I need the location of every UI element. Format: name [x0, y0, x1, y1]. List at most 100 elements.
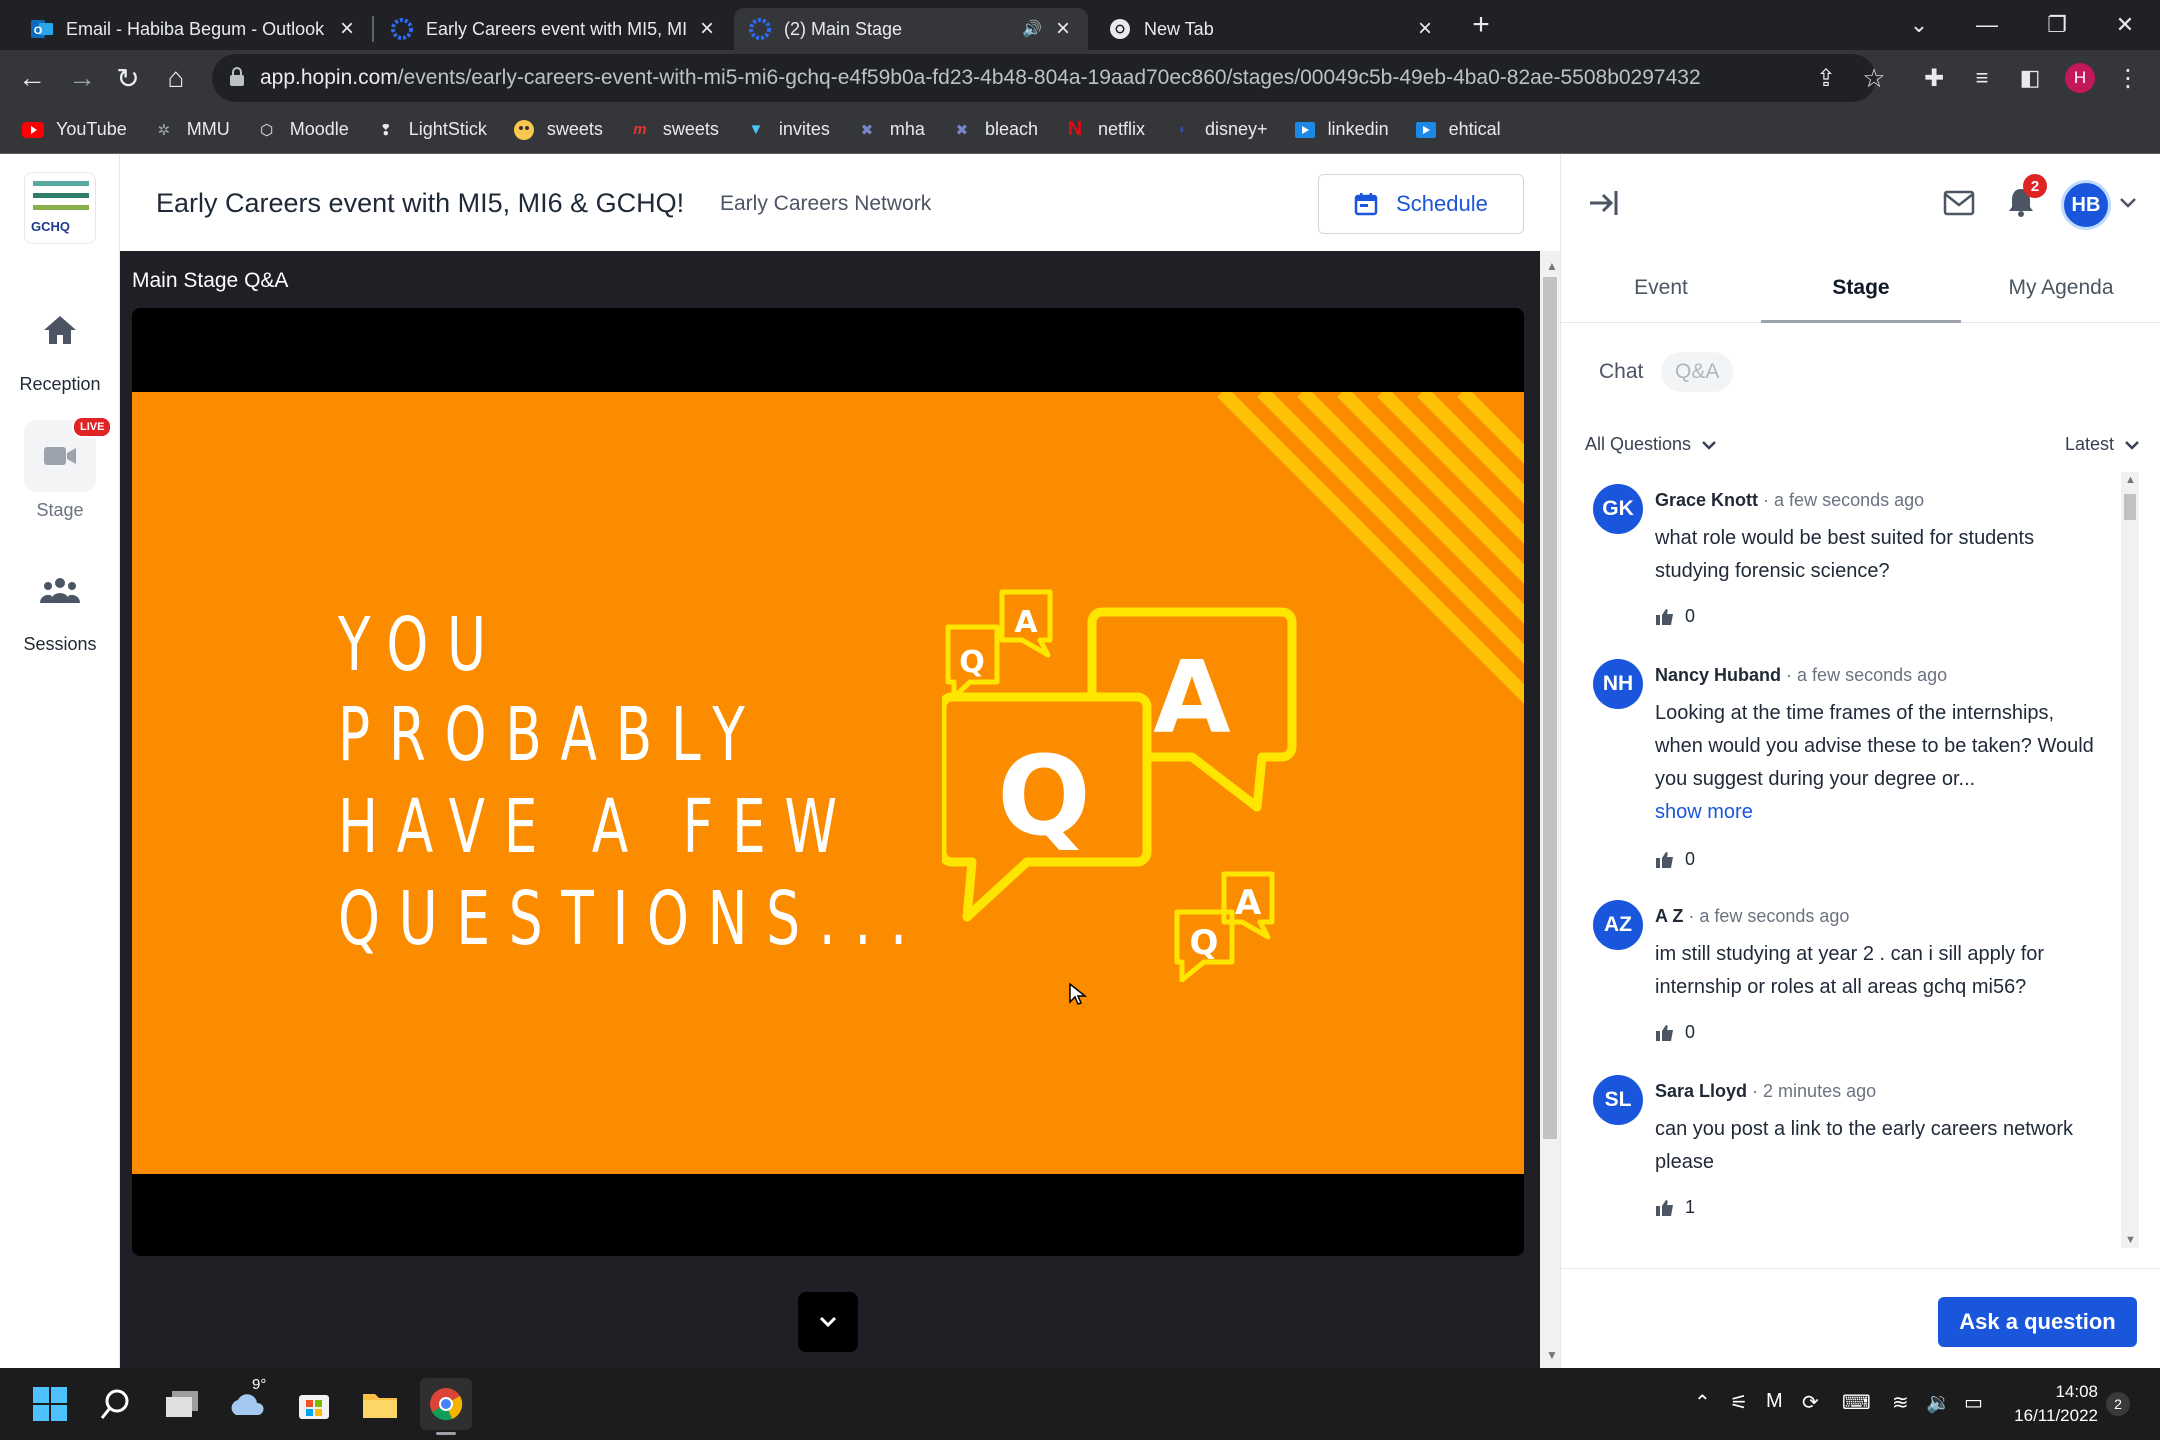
chevron-down-icon[interactable] [2119, 196, 2137, 214]
subtab-qa[interactable]: Q&A [1661, 352, 1734, 392]
close-icon[interactable]: × [1052, 15, 1074, 43]
profile-avatar[interactable]: H [2060, 58, 2100, 98]
bubble-letter-a: A [1153, 639, 1230, 756]
nav-sessions[interactable]: Sessions [0, 554, 120, 655]
weather-icon[interactable]: 9° [222, 1376, 274, 1430]
bookmark-linkedin[interactable]: linkedin [1294, 119, 1389, 141]
bookmark-ehtical[interactable]: ehtical [1415, 119, 1501, 141]
bookmark-invites[interactable]: ▼ invites [745, 119, 829, 141]
tab-new-tab[interactable]: New Tab × [1094, 8, 1450, 50]
scroll-down-icon[interactable]: ▼ [2125, 1234, 2136, 1246]
bookmark-bleach[interactable]: ✖ bleach [951, 119, 1038, 141]
reload-icon[interactable]: ↻ [108, 58, 148, 98]
tab-main-stage[interactable]: (2) Main Stage 🔊 × [734, 8, 1088, 50]
user-avatar[interactable]: HB [2061, 180, 2111, 230]
bell-icon[interactable]: 2 [2007, 174, 2047, 223]
scroll-up-icon[interactable]: ▲ [2125, 474, 2136, 486]
tray-settings-icon[interactable]: ⚟ [1730, 1390, 1748, 1415]
minimize-button[interactable]: — [1952, 0, 2022, 50]
sort-dropdown[interactable]: Latest [2065, 434, 2140, 455]
bookmark-lightstick[interactable]: ❢ LightStick [375, 119, 486, 141]
disney-icon: ◗ [1177, 121, 1187, 138]
bookmarks-bar: YouTube ✲ MMU ⬡ Moodle ❢ LightStick sweets … [0, 106, 2160, 154]
volume-icon[interactable]: 🔉 [1926, 1390, 1951, 1415]
forward-arrow-icon[interactable]: → [62, 58, 102, 98]
bookmark-sweets[interactable]: sweets [513, 119, 603, 141]
schedule-button[interactable]: Schedule [1318, 174, 1524, 234]
author-name: Sara Lloyd [1655, 1081, 1748, 1101]
scroll-down-icon[interactable]: ▼ [1546, 1348, 1558, 1362]
close-icon[interactable]: × [336, 15, 358, 43]
show-more-link[interactable]: show more [1655, 801, 1753, 823]
upvote-button[interactable]: 0 [1655, 1022, 1695, 1043]
bookmark-youtube[interactable]: YouTube [22, 119, 127, 141]
scroll-up-icon[interactable]: ▲ [1546, 259, 1558, 273]
extensions-icon[interactable]: ✚ [1914, 58, 1954, 98]
netflix-icon: N [1067, 118, 1083, 140]
upvote-button[interactable]: 1 [1655, 1197, 1695, 1218]
address-bar[interactable]: app.hopin.com/events/early-careers-event… [212, 54, 1876, 102]
tab-outlook[interactable]: O Email - Habiba Begum - Outlook × [16, 8, 372, 50]
upvote-button[interactable]: 0 [1655, 849, 1695, 870]
restore-button[interactable]: ❐ [2022, 0, 2092, 50]
star-icon[interactable]: ☆ [1854, 58, 1894, 98]
sync-icon[interactable]: ⟳ [1802, 1390, 1819, 1415]
close-icon[interactable]: × [696, 15, 718, 43]
questions-scrollbar[interactable]: ▲ ▼ [2121, 472, 2139, 1248]
filter-dropdown[interactable]: All Questions [1585, 434, 1717, 455]
file-explorer-icon[interactable] [354, 1378, 406, 1430]
tab-early-careers[interactable]: Early Careers event with MI5, MI6 × [376, 8, 732, 50]
tab-search-icon[interactable]: ⌄ [1884, 0, 1954, 50]
chevron-up-icon[interactable]: ⌃ [1694, 1390, 1711, 1415]
right-panel: 2 HB Event Stage My Agenda Chat Q&A All … [1560, 154, 2160, 1368]
bookmark-mmu[interactable]: ✲ MMU [153, 119, 229, 141]
bookmark-netflix[interactable]: Nnetflix [1064, 118, 1145, 141]
new-tab-button[interactable]: + [1446, 0, 1516, 50]
chrome-taskbar-icon[interactable] [420, 1378, 472, 1435]
stage-scrollbar[interactable]: ▲ ▼ [1540, 251, 1560, 1368]
tab-stage[interactable]: Stage [1761, 276, 1961, 300]
organiser-link[interactable]: Early Careers Network [720, 192, 931, 216]
bookmark-disney[interactable]: ◗ disney+ [1171, 119, 1267, 141]
mmu-icon: ✲ [157, 121, 171, 139]
tab-my-agenda[interactable]: My Agenda [1961, 276, 2160, 300]
upvote-button[interactable]: 0 [1655, 606, 1695, 627]
scrollbar-thumb[interactable] [1543, 277, 1557, 1139]
close-icon[interactable]: × [1414, 15, 1436, 43]
window-close-button[interactable]: ✕ [2090, 0, 2160, 50]
nav-label: Reception [19, 374, 101, 394]
speaker-icon[interactable]: 🔊 [1022, 19, 1042, 39]
collapse-panel-icon[interactable] [1587, 188, 1619, 223]
ask-question-button[interactable]: Ask a question [1938, 1297, 2137, 1347]
tray-app-icon[interactable]: M [1766, 1390, 1783, 1413]
nav-stage[interactable]: Stage LIVE [0, 416, 120, 521]
media-control-icon[interactable]: ≡ [1962, 58, 2002, 98]
side-panel-icon[interactable]: ◧ [2010, 58, 2050, 98]
nav-reception[interactable]: Reception [0, 294, 120, 395]
wifi-icon[interactable]: ≋ [1892, 1390, 1909, 1415]
battery-icon[interactable]: ▭ [1964, 1390, 1983, 1415]
taskbar-clock[interactable]: 14:08 16/11/2022 [2014, 1380, 2098, 1428]
notification-center-badge[interactable]: 2 [2106, 1392, 2130, 1416]
kebab-menu-icon[interactable]: ⋮ [2108, 58, 2148, 98]
scrollbar-thumb[interactable] [2124, 494, 2136, 520]
event-logo[interactable]: GCHQ [24, 172, 96, 244]
subtab-chat[interactable]: Chat [1599, 360, 1643, 384]
collapse-chevron-button[interactable] [798, 1292, 858, 1352]
home-icon[interactable]: ⌂ [156, 58, 196, 98]
search-icon[interactable] [90, 1378, 142, 1430]
bookmark-mha[interactable]: ✖ mha [856, 119, 925, 141]
bookmark-moodle[interactable]: ⬡ Moodle [256, 119, 349, 141]
nav-label: Stage [36, 500, 84, 520]
profile-initial: H [2065, 63, 2095, 93]
tab-event[interactable]: Event [1561, 276, 1761, 300]
back-arrow-icon[interactable]: ← [12, 58, 52, 98]
bookmark-sweets-m[interactable]: m sweets [629, 119, 719, 141]
video-player[interactable]: YOU PROBABLY HAVE A FEW QUESTIONS... A Q… [132, 308, 1524, 1256]
mail-icon[interactable] [1943, 190, 1975, 221]
task-view-icon[interactable] [156, 1378, 208, 1430]
store-icon[interactable] [288, 1378, 340, 1430]
windows-start-icon[interactable] [24, 1378, 76, 1430]
share-icon[interactable]: ⇪ [1806, 58, 1846, 98]
keyboard-icon[interactable]: ⌨ [1842, 1390, 1871, 1415]
